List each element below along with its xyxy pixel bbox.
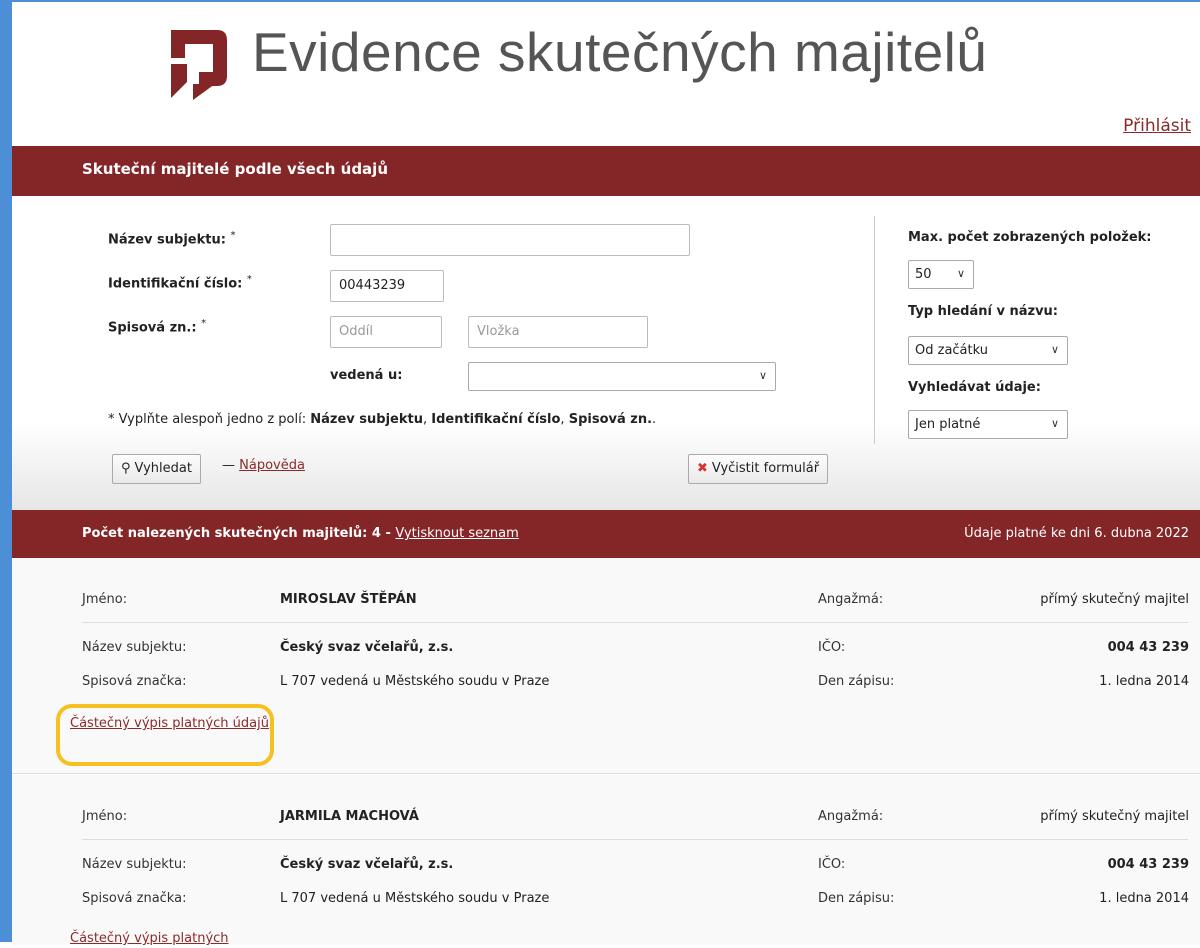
valid-date: Údaje platné ke dni 6. dubna 2022 <box>964 526 1189 541</box>
role-key: Angažmá: <box>818 809 884 824</box>
role-value: přímý skutečný majitel <box>1040 592 1189 607</box>
person-name: JARMILA MACHOVÁ <box>280 809 419 824</box>
chevron-down-icon: ∨ <box>956 267 965 280</box>
form-divider <box>874 216 875 444</box>
row-divider <box>82 622 1188 623</box>
person-name: MIROSLAV ŠTĚPÁN <box>280 592 417 607</box>
required-hint: * Vyplňte alespoň jedno z polí: Název su… <box>108 412 657 427</box>
help-area: — Nápověda <box>222 458 305 473</box>
insert-input[interactable]: Vložka <box>468 316 648 348</box>
window-frame-left <box>0 0 12 942</box>
role-value: přímý skutečný majitel <box>1040 809 1189 824</box>
data-scope-label: Vyhledávat údaje: <box>908 380 1041 395</box>
chevron-down-icon: ∨ <box>1050 417 1059 430</box>
reg-date-key: Den zápisu: <box>818 891 895 906</box>
search-button[interactable]: ⚲ Vyhledat <box>112 454 201 484</box>
page: Evidence skutečných majitelů Přihlásit S… <box>12 2 1200 948</box>
app-logo-icon <box>171 30 227 100</box>
search-form: Název subjektu: * Identifikační číslo: *… <box>12 196 1200 510</box>
clear-form-button[interactable]: ✖ Vyčistit formulář <box>688 454 829 484</box>
login-link[interactable]: Přihlásit <box>1123 116 1191 136</box>
chevron-down-icon: ∨ <box>758 369 767 382</box>
close-icon: ✖ <box>697 461 708 476</box>
subject-key: Název subjektu: <box>82 640 187 655</box>
ico-key: IČO: <box>818 640 846 655</box>
partial-extract-link[interactable]: Částečný výpis platných údajů <box>70 714 280 733</box>
reg-date-value: 1. ledna 2014 <box>1099 674 1189 689</box>
file-key: Spisová značka: <box>82 891 187 906</box>
row-divider <box>82 839 1188 840</box>
chevron-down-icon: ∨ <box>1050 343 1059 356</box>
print-list-link[interactable]: Vytisknout seznam <box>395 526 518 541</box>
result-record: Jméno: MIROSLAV ŠTĚPÁN Angažmá: přímý sk… <box>12 558 1200 774</box>
id-number-input[interactable]: 00443239 <box>330 270 444 302</box>
name-key: Jméno: <box>82 592 128 607</box>
section-input[interactable]: Oddíl <box>330 316 442 348</box>
search-type-label: Typ hledání v názvu: <box>908 304 1058 319</box>
results-header: Počet nalezených skutečných majitelů: 4 … <box>12 510 1200 558</box>
partial-extract-link[interactable]: Částečný výpis platných <box>70 929 280 948</box>
name-key: Jméno: <box>82 809 128 824</box>
search-type-select[interactable]: Od začátku ∨ <box>908 336 1068 365</box>
ico-value: 004 43 239 <box>1107 857 1189 872</box>
file-value: L 707 vedená u Městského soudu v Praze <box>280 891 550 906</box>
ico-key: IČO: <box>818 857 846 872</box>
name-label: Název subjektu: * <box>108 230 236 248</box>
search-section-title: Skuteční majitelé podle všech údajů <box>82 160 388 178</box>
max-items-label: Max. počet zobrazených položek: <box>908 230 1152 245</box>
max-items-select[interactable]: 50 ∨ <box>908 260 974 289</box>
subject-value: Český svaz včelařů, z.s. <box>280 640 454 655</box>
file-label: Spisová zn.: * <box>108 318 207 336</box>
role-key: Angažmá: <box>818 592 884 607</box>
file-key: Spisová značka: <box>82 674 187 689</box>
reg-date-value: 1. ledna 2014 <box>1099 891 1189 906</box>
search-section-header: Skuteční majitelé podle všech údajů <box>12 146 1200 196</box>
subject-name-input[interactable] <box>330 224 690 256</box>
data-scope-select[interactable]: Jen platné ∨ <box>908 410 1068 439</box>
subject-key: Název subjektu: <box>82 857 187 872</box>
search-icon: ⚲ <box>121 461 131 476</box>
court-label: vedená u: <box>330 368 403 383</box>
results-count: Počet nalezených skutečných majitelů: 4 … <box>82 526 519 541</box>
subject-value: Český svaz včelařů, z.s. <box>280 857 454 872</box>
reg-date-key: Den zápisu: <box>818 674 895 689</box>
ico-value: 004 43 239 <box>1107 640 1189 655</box>
result-record: Jméno: JARMILA MACHOVÁ Angažmá: přímý sk… <box>12 775 1200 948</box>
court-select[interactable]: ∨ <box>468 362 776 391</box>
help-link[interactable]: Nápověda <box>239 458 305 473</box>
file-value: L 707 vedená u Městského soudu v Praze <box>280 674 550 689</box>
id-label: Identifikační číslo: * <box>108 274 252 292</box>
app-title: Evidence skutečných majitelů <box>252 21 988 83</box>
